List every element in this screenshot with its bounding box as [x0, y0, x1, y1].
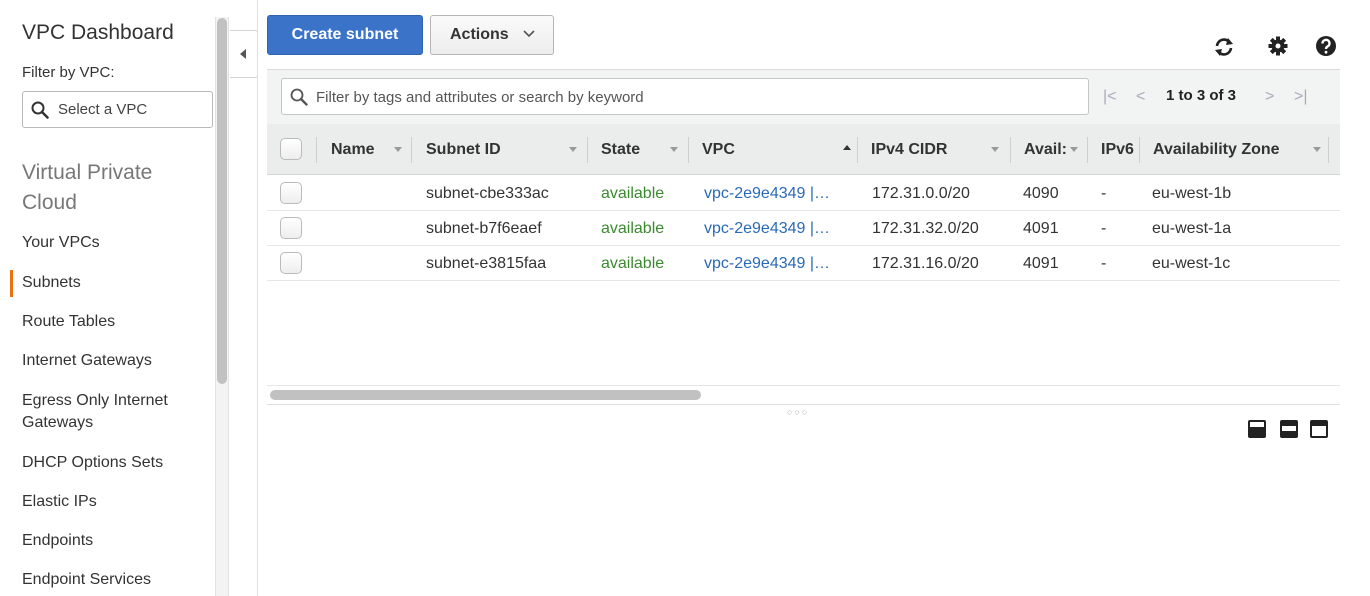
first-page-icon[interactable]: |<: [1103, 88, 1117, 106]
chevron-down-icon: [523, 30, 535, 38]
column-separator: [587, 137, 588, 163]
layout-top-panel-icon[interactable]: [1310, 420, 1328, 438]
sidebar-scrollbar-thumb[interactable]: [217, 18, 227, 384]
filter-input-placeholder: Filter by tags and attributes or search …: [316, 89, 644, 106]
column-separator: [688, 137, 689, 163]
cell-vpc-link[interactable]: vpc-2e9e4349 |…: [704, 211, 830, 246]
resize-grip-icon[interactable]: ○○○: [787, 407, 809, 417]
cell-availability-zone: eu-west-1b: [1152, 185, 1232, 202]
cell-vpc-link[interactable]: vpc-2e9e4349 |…: [704, 176, 830, 211]
sidebar-item-endpoints[interactable]: Endpoints: [22, 530, 207, 552]
prev-page-icon[interactable]: <: [1136, 88, 1145, 106]
sort-icon[interactable]: [670, 147, 678, 152]
sidebar-item-egress-only-internet-gateways[interactable]: Egress Only Internet Gateways: [22, 390, 197, 434]
sort-icon[interactable]: [1070, 147, 1078, 152]
sort-icon[interactable]: [1313, 147, 1321, 152]
filter-bar: Filter by tags and attributes or search …: [267, 69, 1340, 124]
cell-ipv6: -: [1101, 255, 1107, 272]
cell-subnet-id: subnet-b7f6eaef: [426, 220, 542, 237]
last-page-icon[interactable]: >|: [1294, 88, 1308, 106]
search-icon: [31, 101, 49, 119]
sort-icon[interactable]: [569, 147, 577, 152]
table-row[interactable]: subnet-e3815faa available vpc-2e9e4349 |…: [267, 246, 1340, 281]
sidebar-item-endpoint-services[interactable]: Endpoint Services: [22, 569, 207, 591]
cell-availability-zone: eu-west-1a: [1152, 220, 1232, 237]
row-checkbox[interactable]: [280, 182, 302, 204]
cell-ipv4-cidr: 172.31.16.0/20: [872, 255, 979, 272]
collapse-sidebar-button[interactable]: [230, 30, 258, 78]
row-checkbox[interactable]: [280, 252, 302, 274]
create-subnet-button[interactable]: Create subnet: [267, 15, 423, 55]
sort-ascending-icon[interactable]: [843, 145, 851, 150]
table-row[interactable]: subnet-cbe333ac available vpc-2e9e4349 |…: [267, 176, 1340, 211]
column-header-state[interactable]: State: [601, 124, 640, 175]
search-icon: [290, 88, 308, 106]
layout-bottom-panel-icon[interactable]: [1248, 420, 1266, 438]
cell-state: available: [601, 255, 665, 272]
cell-available-ips: 4091: [1023, 255, 1059, 272]
sidebar-title[interactable]: VPC Dashboard: [22, 21, 174, 45]
main-divider: [257, 0, 258, 596]
column-header-name[interactable]: Name: [331, 124, 375, 175]
sidebar-item-internet-gateways[interactable]: Internet Gateways: [22, 350, 207, 372]
cell-availability-zone: eu-west-1c: [1152, 255, 1231, 272]
column-header-availability-zone[interactable]: Availability Zone: [1153, 124, 1280, 175]
row-checkbox[interactable]: [280, 217, 302, 239]
cell-subnet-id: subnet-cbe333ac: [426, 185, 549, 202]
cell-ipv6: -: [1101, 220, 1107, 237]
sidebar-item-your-vpcs[interactable]: Your VPCs: [22, 232, 207, 254]
sort-icon[interactable]: [394, 147, 402, 152]
vpc-select-placeholder: Select a VPC: [58, 101, 148, 118]
actions-button-label: Actions: [450, 26, 509, 43]
next-page-icon[interactable]: >: [1265, 88, 1274, 106]
refresh-icon[interactable]: [1213, 36, 1235, 58]
cell-ipv4-cidr: 172.31.32.0/20: [872, 220, 979, 237]
actions-button[interactable]: Actions: [430, 15, 554, 55]
layout-split-panel-icon[interactable]: [1280, 420, 1298, 438]
pagination-text: 1 to 3 of 3: [1166, 87, 1237, 104]
sidebar-section-title: Virtual Private Cloud: [22, 161, 153, 214]
column-separator: [411, 137, 412, 163]
table-header: Name Subnet ID State VPC IPv4 CIDR Avail…: [267, 124, 1340, 175]
column-header-ipv4-cidr[interactable]: IPv4 CIDR: [871, 124, 947, 175]
cell-available-ips: 4091: [1023, 220, 1059, 237]
cell-state: available: [601, 185, 665, 202]
column-separator: [857, 137, 858, 163]
cell-state: available: [601, 220, 665, 237]
column-separator: [1328, 137, 1329, 163]
cell-available-ips: 4090: [1023, 185, 1059, 202]
table-row[interactable]: subnet-b7f6eaef available vpc-2e9e4349 |…: [267, 211, 1340, 246]
sidebar-item-dhcp-options-sets[interactable]: DHCP Options Sets: [22, 452, 207, 474]
column-header-available-ips[interactable]: Avail:: [1024, 124, 1067, 175]
column-header-vpc[interactable]: VPC: [702, 124, 735, 175]
sidebar-item-route-tables[interactable]: Route Tables: [22, 311, 207, 333]
cell-subnet-id: subnet-e3815faa: [426, 255, 547, 272]
column-separator: [1010, 137, 1011, 163]
cell-vpc-link[interactable]: vpc-2e9e4349 |…: [704, 246, 830, 281]
sort-icon[interactable]: [991, 147, 999, 152]
column-header-ipv6[interactable]: IPv6: [1101, 124, 1134, 175]
table-horizontal-scrollbar-thumb[interactable]: [270, 390, 701, 400]
sidebar-item-elastic-ips[interactable]: Elastic IPs: [22, 491, 207, 513]
vpc-select[interactable]: Select a VPC: [22, 91, 213, 128]
chevron-left-icon: [240, 49, 246, 59]
select-all-checkbox[interactable]: [280, 138, 302, 160]
column-separator: [1139, 137, 1140, 163]
sidebar: VPC Dashboard Filter by VPC: Select a VP…: [0, 0, 215, 596]
column-header-subnet-id[interactable]: Subnet ID: [426, 124, 501, 175]
help-icon[interactable]: [1315, 35, 1337, 57]
active-item-marker: [10, 270, 13, 297]
sidebar-item-subnets[interactable]: Subnets: [22, 272, 207, 294]
cell-ipv6: -: [1101, 185, 1107, 202]
column-separator: [316, 137, 317, 163]
gear-icon[interactable]: [1267, 35, 1289, 57]
filter-input[interactable]: Filter by tags and attributes or search …: [281, 78, 1089, 115]
filter-by-vpc-label: Filter by VPC:: [22, 64, 115, 81]
column-separator: [1087, 137, 1088, 163]
cell-ipv4-cidr: 172.31.0.0/20: [872, 185, 970, 202]
